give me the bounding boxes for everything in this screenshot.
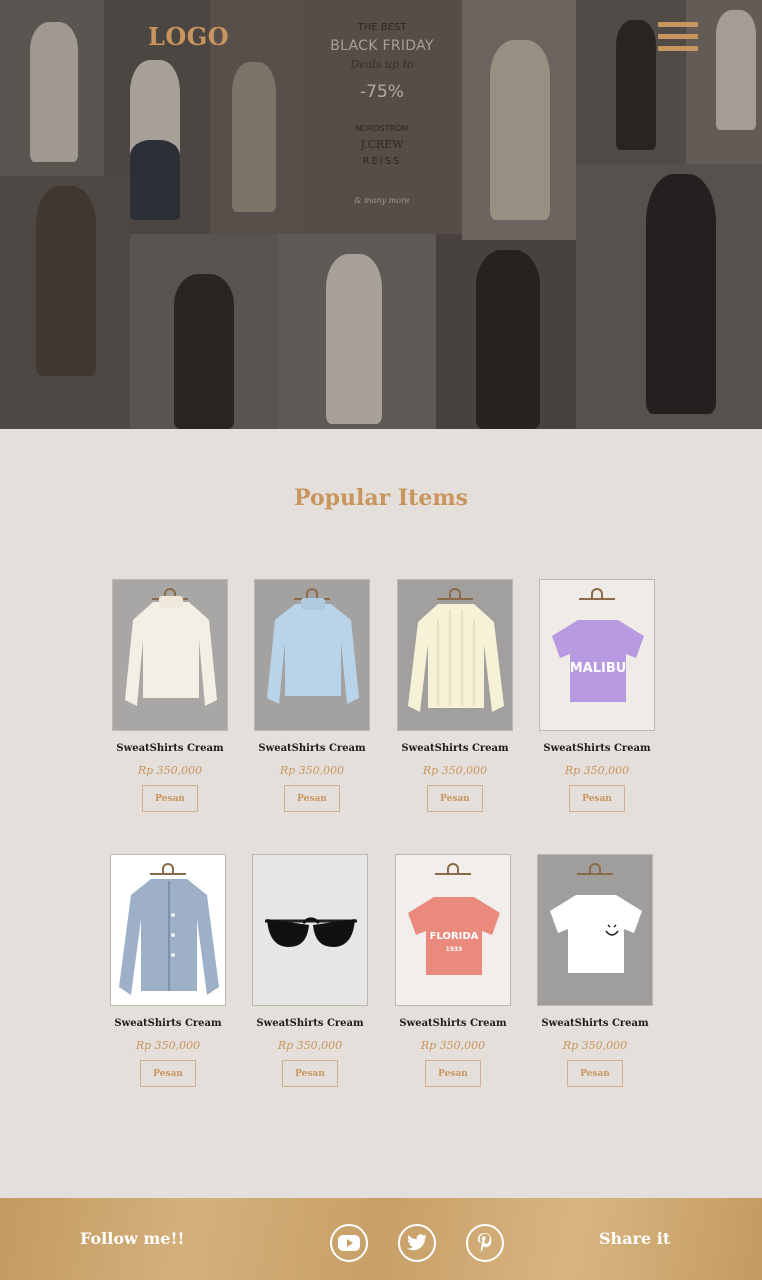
share-label[interactable]: Share it bbox=[599, 1229, 670, 1248]
product-card: SweatShirts Cream Rp 350,000 Pesan bbox=[254, 579, 370, 812]
product-price: Rp 350,000 bbox=[422, 764, 488, 777]
hero-collage: THE BEST BLACK FRIDAY Deals up to -75% N… bbox=[0, 0, 762, 429]
product-image[interactable] bbox=[252, 854, 368, 1006]
product-card: MALIBU SweatShirts Cream Rp 350,000 Pesa… bbox=[539, 579, 655, 812]
order-button[interactable]: Pesan bbox=[427, 785, 483, 812]
product-card: FLORIDA 1933 SweatShirts Cream Rp 350,00… bbox=[395, 854, 511, 1087]
product-price: Rp 350,000 bbox=[562, 1039, 628, 1052]
product-price: Rp 350,000 bbox=[277, 1039, 343, 1052]
product-price: Rp 350,000 bbox=[137, 764, 203, 777]
order-button[interactable]: Pesan bbox=[567, 1060, 623, 1087]
florida-print-sub: 1933 bbox=[446, 946, 463, 953]
order-button[interactable]: Pesan bbox=[282, 1060, 338, 1087]
product-card: SweatShirts Cream Rp 350,000 Pesan bbox=[537, 854, 653, 1087]
product-price: Rp 350,000 bbox=[279, 764, 345, 777]
product-image[interactable] bbox=[537, 854, 653, 1006]
order-button[interactable]: Pesan bbox=[284, 785, 340, 812]
product-name: SweatShirts Cream bbox=[541, 1018, 649, 1029]
site-logo[interactable]: LOGO bbox=[148, 22, 229, 51]
hamburger-menu-icon[interactable] bbox=[658, 22, 698, 54]
product-price: Rp 350,000 bbox=[420, 1039, 486, 1052]
order-button[interactable]: Pesan bbox=[569, 785, 625, 812]
malibu-print: MALIBU bbox=[570, 661, 627, 676]
product-image[interactable] bbox=[254, 579, 370, 731]
product-name: SweatShirts Cream bbox=[399, 1018, 507, 1029]
youtube-icon[interactable] bbox=[330, 1224, 368, 1262]
product-card: SweatShirts Cream Rp 350,000 Pesan bbox=[110, 854, 226, 1087]
product-image[interactable] bbox=[397, 579, 513, 731]
product-name: SweatShirts Cream bbox=[401, 743, 509, 754]
order-button[interactable]: Pesan bbox=[142, 785, 198, 812]
hero-overlay bbox=[0, 0, 762, 429]
product-image[interactable]: FLORIDA 1933 bbox=[395, 854, 511, 1006]
product-card: SweatShirts Cream Rp 350,000 Pesan bbox=[397, 579, 513, 812]
product-name: SweatShirts Cream bbox=[543, 743, 651, 754]
product-image[interactable]: MALIBU bbox=[539, 579, 655, 731]
section-title: Popular Items bbox=[294, 485, 468, 511]
product-name: SweatShirts Cream bbox=[258, 743, 366, 754]
product-name: SweatShirts Cream bbox=[256, 1018, 364, 1029]
product-card: SweatShirts Cream Rp 350,000 Pesan bbox=[112, 579, 228, 812]
product-image[interactable] bbox=[110, 854, 226, 1006]
florida-print: FLORIDA bbox=[430, 931, 479, 942]
twitter-icon[interactable] bbox=[398, 1224, 436, 1262]
product-name: SweatShirts Cream bbox=[114, 1018, 222, 1029]
pinterest-icon[interactable] bbox=[466, 1224, 504, 1262]
product-name: SweatShirts Cream bbox=[116, 743, 224, 754]
product-card: SweatShirts Cream Rp 350,000 Pesan bbox=[252, 854, 368, 1087]
order-button[interactable]: Pesan bbox=[140, 1060, 196, 1087]
product-price: Rp 350,000 bbox=[564, 764, 630, 777]
follow-label: Follow me!! bbox=[80, 1229, 185, 1248]
product-image[interactable] bbox=[112, 579, 228, 731]
footer: Follow me!! Share it bbox=[0, 1198, 762, 1280]
order-button[interactable]: Pesan bbox=[425, 1060, 481, 1087]
product-price: Rp 350,000 bbox=[135, 1039, 201, 1052]
